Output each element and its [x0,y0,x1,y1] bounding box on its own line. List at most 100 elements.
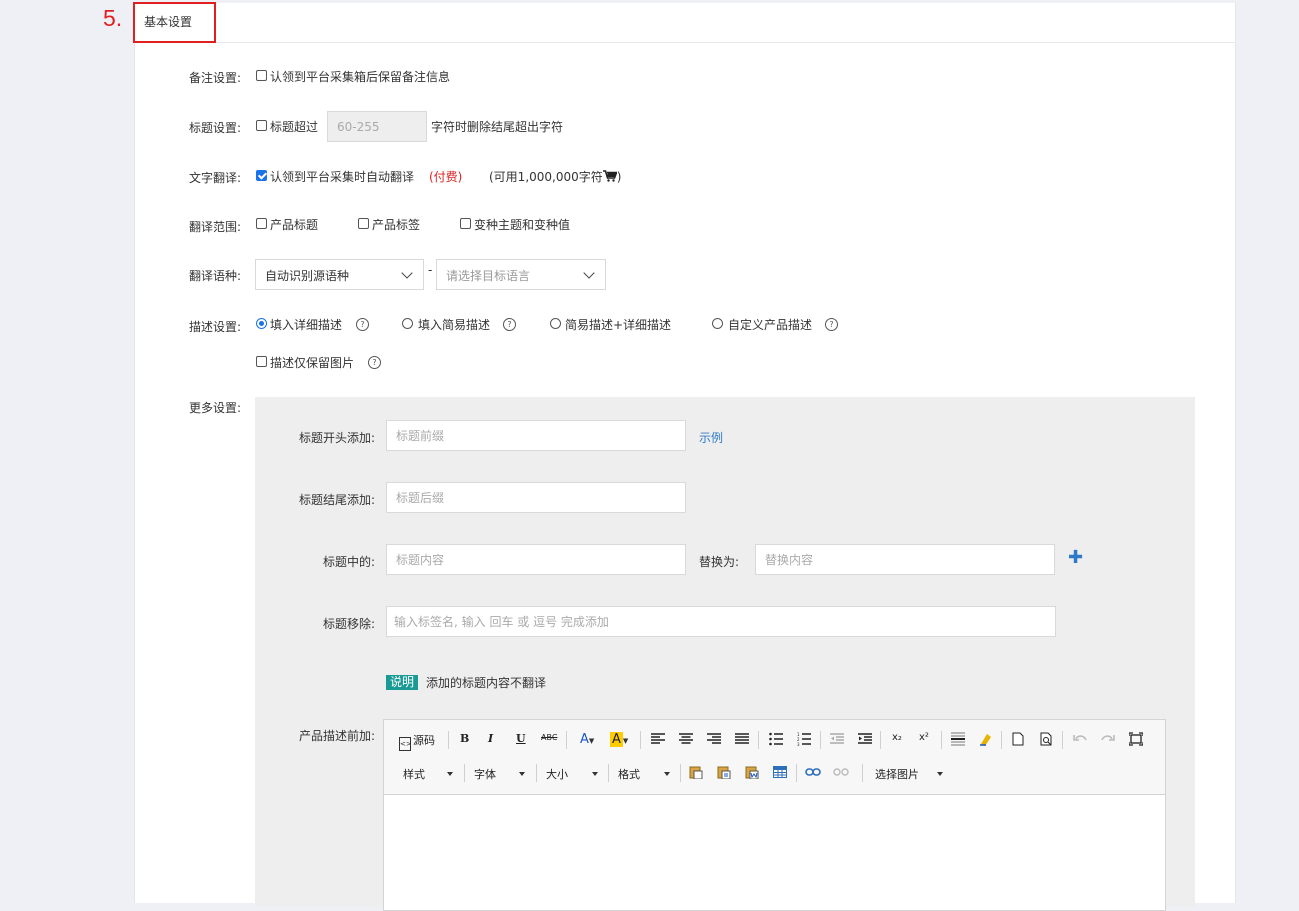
paste-text-icon[interactable] [717,765,731,782]
size-dropdown[interactable]: 大小 [546,766,598,782]
subscript-button[interactable]: x₂ [892,732,902,743]
paid-tag: (付费) [429,170,463,184]
more-settings-label: 更多设置: [188,401,241,415]
source-code-button[interactable]: <>源码 [399,732,435,751]
align-left-icon[interactable] [651,733,665,748]
new-document-icon[interactable] [1012,732,1024,749]
help-icon[interactable]: ? [503,318,516,331]
title-setting-label: 标题设置: [188,121,241,135]
title-remove-input[interactable] [386,606,1056,637]
scope-tags-checkbox[interactable] [358,218,369,229]
scope-tags-label: 产品标签 [372,218,421,232]
desc-both-label: 简易描述+详细描述 [565,318,672,332]
rich-text-editor[interactable]: <>源码 B I U ABC A▼ A ▼ 123 x₂ x² 样式 字体 大小… [383,719,1166,911]
replace-with-label: 替换为: [699,555,740,569]
title-replace-label: 标题中的: [322,555,375,569]
desc-detail-radio[interactable] [256,318,267,329]
cart-icon[interactable] [602,170,618,182]
bold-button[interactable]: B [460,732,469,745]
title-remove-label: 标题移除: [322,617,375,631]
title-limit-prefix: 标题超过 [270,120,319,134]
chevron-down-icon [583,267,595,279]
scope-title-checkbox[interactable] [256,218,267,229]
style-dropdown[interactable]: 样式 [403,766,453,782]
help-icon[interactable]: ? [356,318,369,331]
table-icon[interactable] [773,765,787,782]
font-color-button[interactable]: A▼ [580,732,594,747]
title-find-input[interactable] [386,544,686,575]
bullet-list-icon[interactable] [769,732,783,749]
desc-simple-label: 填入简易描述 [418,318,491,332]
panel-title[interactable]: 基本设置 [144,13,192,30]
title-prefix-input[interactable] [386,420,686,451]
horizontal-rule-icon[interactable] [951,732,965,749]
title-length-input[interactable] [327,111,427,142]
translate-checkbox[interactable] [256,170,267,181]
editor-toolbar: <>源码 B I U ABC A▼ A ▼ 123 x₂ x² 样式 字体 大小… [384,720,1165,795]
source-icon: <> [399,737,412,751]
bg-color-button[interactable]: A ▼ [610,732,628,747]
target-language-select[interactable]: 请选择目标语言 [436,259,606,290]
translate-option: 认领到平台采集时自动翻译 [270,170,415,184]
source-language-select[interactable]: 自动识别源语种 [255,259,424,290]
help-icon[interactable]: ? [368,356,381,369]
basic-settings-panel: 基本设置 备注设置: 认领到平台采集箱后保留备注信息 标题设置: 标题超过 字符… [133,2,1236,911]
scope-variants-label: 变种主题和变种值 [474,218,571,232]
lang-dash: - [428,263,433,277]
scope-title-label: 产品标题 [270,218,319,232]
paste-word-icon[interactable] [745,765,759,782]
title-suffix-input[interactable] [386,482,686,513]
help-icon[interactable]: ? [825,318,838,331]
svg-text:3: 3 [797,742,800,746]
example-link[interactable]: 示例 [699,429,723,446]
title-limit-checkbox[interactable] [256,120,267,131]
translate-label: 文字翻译: [188,171,241,185]
desc-custom-radio[interactable] [712,318,723,329]
desc-image-only-label: 描述仅保留图片 [270,356,355,370]
desc-image-only-checkbox[interactable] [256,356,267,367]
italic-button[interactable]: I [488,732,493,745]
title-prefix-label: 标题开头添加: [298,431,375,445]
font-dropdown[interactable]: 字体 [474,766,525,782]
unlink-icon[interactable] [833,767,849,780]
more-settings-area: 标题开头添加: 示例 标题结尾添加: 标题中的: 替换为: ✚ 标题移除: 说明… [255,397,1195,911]
desc-detail-label: 填入详细描述 [270,318,343,332]
align-justify-icon[interactable] [735,733,749,748]
format-dropdown[interactable]: 格式 [618,766,670,782]
desc-prepend-label: 产品描述前加: [298,729,375,743]
paste-icon[interactable] [689,765,703,782]
select-image-dropdown[interactable]: 选择图片 [875,766,943,782]
note-badge: 说明 [386,675,419,690]
target-language-placeholder: 请选择目标语言 [446,269,531,283]
underline-button[interactable]: U [516,732,526,745]
desc-both-radio[interactable] [550,318,561,329]
numbered-list-icon[interactable]: 123 [797,732,811,749]
align-right-icon[interactable] [707,733,721,748]
title-replace-input[interactable] [755,544,1055,575]
desc-simple-radio[interactable] [402,318,413,329]
preview-icon[interactable] [1040,732,1053,749]
description-label: 描述设置: [188,320,241,334]
link-icon[interactable] [805,767,821,780]
translate-scope-label: 翻译范围: [188,220,241,234]
redo-icon[interactable] [1101,733,1115,748]
superscript-button[interactable]: x² [919,732,929,743]
translate-lang-label: 翻译语种: [188,269,241,283]
source-language-value: 自动识别源语种 [265,269,350,283]
step-number: 5. [103,5,123,31]
available-chars: (可用1,000,000字符) [489,170,622,184]
outdent-icon[interactable] [830,733,844,748]
title-suffix-label: 标题结尾添加: [298,493,375,507]
strikethrough-button[interactable]: ABC [541,733,557,742]
undo-icon[interactable] [1073,733,1087,748]
indent-icon[interactable] [858,733,872,748]
title-limit-suffix: 字符时删除结尾超出字符 [431,120,564,134]
scope-variants-checkbox[interactable] [460,218,471,229]
chevron-down-icon [401,267,413,279]
plus-icon[interactable]: ✚ [1068,547,1083,568]
clear-format-icon[interactable] [979,732,993,749]
remark-checkbox[interactable] [256,70,267,81]
align-center-icon[interactable] [679,733,693,748]
remark-label: 备注设置: [188,71,241,85]
fullscreen-icon[interactable] [1128,732,1144,749]
